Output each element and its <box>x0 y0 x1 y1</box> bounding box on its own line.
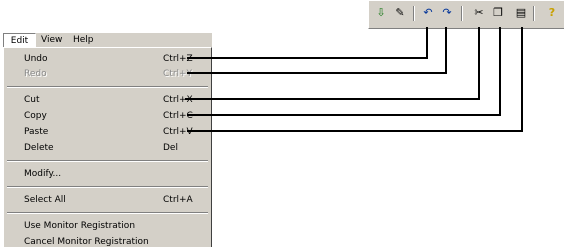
menu-item-paste[interactable]: Paste <box>24 126 48 139</box>
menu-item-redo[interactable]: Redo <box>24 68 47 81</box>
undo-button[interactable]: ↶ <box>420 5 436 21</box>
paste-icon: ▤ <box>515 6 527 19</box>
shortcut-paste: Ctrl+V <box>163 127 193 137</box>
shortcut-delete: Del <box>163 143 178 153</box>
menu-edit[interactable]: Edit <box>3 33 36 47</box>
toolbar-separator <box>413 6 415 21</box>
help-icon: ? <box>548 6 556 19</box>
menu-item-cut[interactable]: Cut <box>24 94 40 107</box>
menu-help[interactable]: Help <box>73 33 94 47</box>
menu-separator <box>7 86 208 88</box>
paste-button[interactable]: ▤ <box>513 5 529 21</box>
edit-menu: Edit View Help Undo Ctrl+Z Redo Ctrl+Y C… <box>3 33 212 247</box>
undo-icon: ↶ <box>423 6 433 19</box>
leader-undo <box>187 27 428 59</box>
menu-item-use-monitor-registration[interactable]: Use Monitor Registration <box>24 220 135 233</box>
leader-redo <box>187 27 447 74</box>
cut-button[interactable]: ✂ <box>471 5 487 21</box>
toolbar-separator <box>461 6 463 21</box>
shortcut-redo: Ctrl+Y <box>163 69 193 79</box>
menu-item-select-all[interactable]: Select All <box>24 194 66 207</box>
leader-paste <box>187 27 523 132</box>
edit-button[interactable]: ✎ <box>392 5 408 21</box>
menu-view[interactable]: View <box>41 33 62 47</box>
shortcut-cut: Ctrl+X <box>163 95 193 105</box>
menu-bar: Edit View Help <box>3 33 153 47</box>
copy-icon: ❐ <box>493 6 503 19</box>
leader-copy <box>187 27 501 116</box>
help-button[interactable]: ? <box>544 5 560 21</box>
toolbar: ⇩ ✎ ↶ ↷ ✂ ❐ ▤ ? <box>368 0 564 29</box>
menu-item-delete[interactable]: Delete <box>24 142 54 155</box>
menu-item-undo[interactable]: Undo <box>24 53 48 66</box>
save-to-device-button[interactable]: ⇩ <box>373 5 389 21</box>
menu-separator <box>7 160 208 162</box>
shortcut-copy: Ctrl+C <box>163 111 193 121</box>
save-to-device-icon: ⇩ <box>376 6 386 19</box>
edit-dropdown: Undo Ctrl+Z Redo Ctrl+Y Cut Ctrl+X Copy … <box>3 47 212 247</box>
redo-button[interactable]: ↷ <box>439 5 455 21</box>
menu-item-cancel-monitor-registration[interactable]: Cancel Monitor Registration <box>24 236 149 249</box>
shortcut-select-all: Ctrl+A <box>163 195 193 205</box>
redo-icon: ↷ <box>442 6 452 19</box>
menu-item-copy[interactable]: Copy <box>24 110 47 123</box>
edit-icon: ✎ <box>395 6 405 19</box>
cut-icon: ✂ <box>474 6 484 19</box>
leader-cut <box>185 27 480 100</box>
menu-item-modify[interactable]: Modify... <box>24 168 61 181</box>
copy-button[interactable]: ❐ <box>490 5 506 21</box>
menu-separator <box>7 212 208 214</box>
toolbar-separator <box>533 6 535 21</box>
shortcut-undo: Ctrl+Z <box>163 54 193 64</box>
menu-separator <box>7 186 208 188</box>
